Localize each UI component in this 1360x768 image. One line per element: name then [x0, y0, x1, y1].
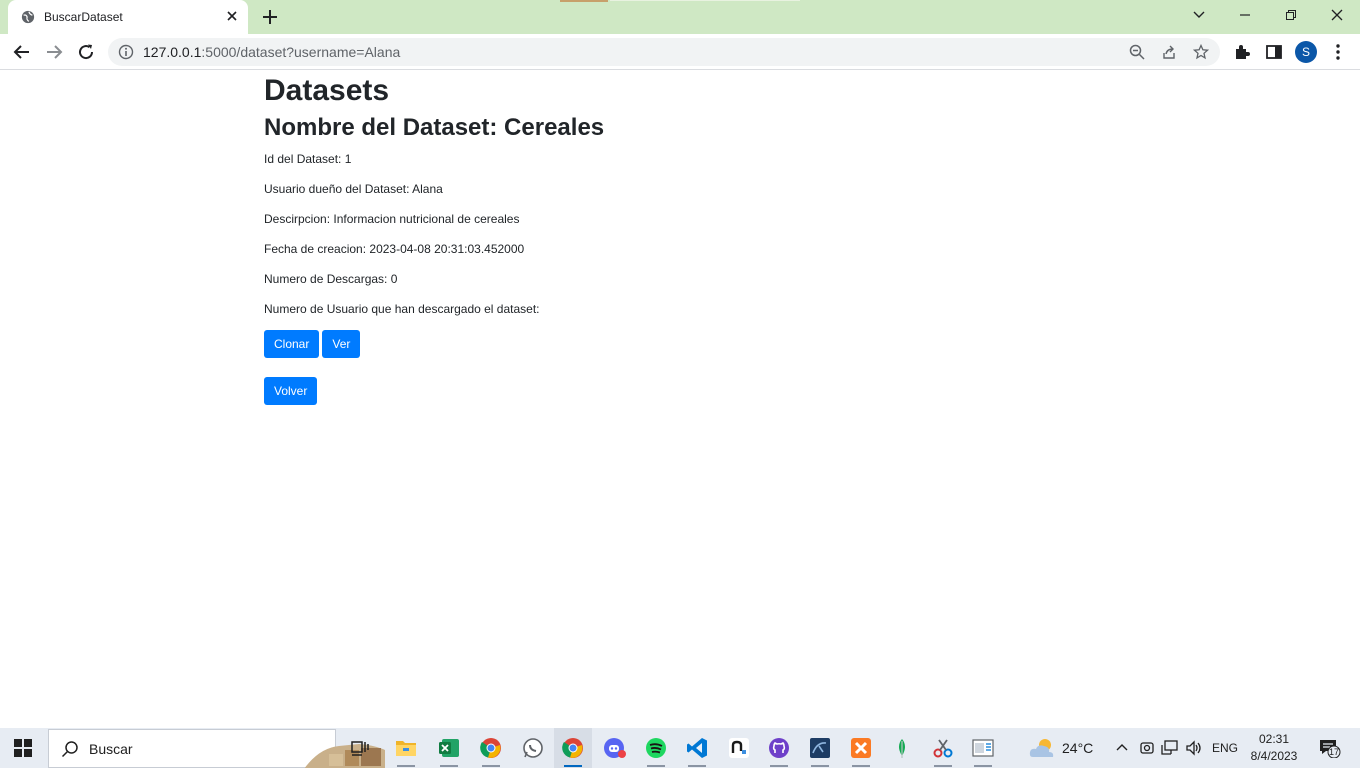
language-indicator[interactable]: ENG: [1212, 741, 1238, 755]
task-view-icon[interactable]: [348, 736, 372, 760]
tab-title: BuscarDataset: [44, 10, 123, 24]
file-explorer-indicator: [397, 765, 415, 767]
tab-accent-line: [610, 0, 800, 1]
chrome-indicator: [482, 765, 500, 767]
url-text[interactable]: 127.0.0.1:5000/dataset?username=Alana: [143, 44, 400, 60]
dataset-name-heading: Nombre del Dataset: Cereales: [264, 114, 605, 141]
excel-icon[interactable]: [437, 736, 461, 760]
notification-count: 17: [1329, 747, 1340, 757]
mysql-workbench-indicator: [811, 765, 829, 767]
back-button[interactable]: [8, 38, 36, 66]
clock-date: 8/4/2023: [1250, 749, 1298, 763]
close-icon: [1331, 9, 1343, 21]
minimize-icon: [1240, 14, 1250, 16]
more-vertical-icon: [1336, 44, 1340, 60]
notepad-window-indicator: [974, 765, 992, 767]
page-content: Datasets Nombre del Dataset: Cereales Id…: [264, 72, 1164, 405]
dataset-downloaders: Numero de Usuario que han descargado el …: [264, 302, 540, 316]
windows-start-icon[interactable]: [14, 739, 32, 757]
dataset-created-date: Fecha de creacion: 2023-04-08 20:31:03.4…: [264, 242, 525, 256]
action-buttons: Clonar Ver: [264, 330, 1164, 358]
mysql-workbench-icon[interactable]: [808, 736, 832, 760]
arrow-right-icon: [47, 45, 63, 59]
chrome-active-indicator: [564, 765, 582, 767]
browser-menu-button[interactable]: [1328, 42, 1348, 62]
clone-button[interactable]: Clonar: [264, 330, 320, 358]
weather-temperature[interactable]: 24°C: [1062, 740, 1093, 756]
back-page-button[interactable]: Volver: [264, 377, 318, 405]
camera-icon[interactable]: [1139, 740, 1155, 756]
spotify-icon[interactable]: [644, 736, 668, 760]
browser-toolbar: 127.0.0.1:5000/dataset?username=Alana S: [0, 34, 1360, 70]
file-explorer-icon[interactable]: [394, 736, 418, 760]
page-title: Datasets: [264, 74, 390, 107]
github-icon[interactable]: [767, 736, 791, 760]
network-icon[interactable]: [1161, 740, 1179, 756]
side-panel-icon: [1266, 45, 1282, 59]
info-icon[interactable]: [118, 44, 134, 60]
minimize-button[interactable]: [1222, 0, 1268, 30]
close-tab-icon[interactable]: [224, 8, 240, 24]
search-icon: [61, 741, 78, 758]
snipping-tool-indicator: [934, 765, 952, 767]
address-bar[interactable]: 127.0.0.1:5000/dataset?username=Alana: [108, 38, 1220, 66]
weather-cloud-icon[interactable]: [1028, 737, 1056, 759]
dataset-id: Id del Dataset: 1: [264, 152, 352, 166]
browser-tab[interactable]: BuscarDataset: [8, 0, 248, 34]
new-tab-icon[interactable]: [260, 7, 280, 27]
chrome-icon[interactable]: [479, 736, 503, 760]
tab-accent: [560, 0, 608, 2]
spotify-indicator: [647, 765, 665, 767]
vscode-icon[interactable]: [685, 736, 709, 760]
xampp-indicator: [852, 765, 870, 767]
puzzle-icon: [1236, 45, 1250, 59]
github-indicator: [770, 765, 788, 767]
clock[interactable]: 02:31 8/4/2023: [1244, 731, 1304, 765]
discord-icon[interactable]: [603, 736, 627, 760]
terminal-app-icon[interactable]: [727, 736, 751, 760]
side-panel-button[interactable]: [1264, 42, 1284, 62]
dataset-downloads: Numero de Descargas: 0: [264, 272, 398, 286]
share-icon[interactable]: [1161, 44, 1177, 60]
globe-icon: [21, 10, 35, 24]
restore-button[interactable]: [1268, 0, 1314, 30]
extensions-button[interactable]: [1232, 42, 1252, 62]
reload-button[interactable]: [72, 38, 100, 66]
chevron-down-icon: [1193, 11, 1205, 18]
taskbar: Buscar 24°C ENG 02:31 8/4/2023 17: [0, 728, 1360, 768]
arrow-left-icon: [13, 45, 29, 59]
reload-icon: [79, 44, 94, 60]
volume-icon[interactable]: [1185, 740, 1203, 756]
xampp-icon[interactable]: [849, 736, 873, 760]
mongodb-icon[interactable]: [890, 736, 914, 760]
view-button[interactable]: Ver: [322, 330, 361, 358]
restore-icon: [1286, 10, 1296, 20]
search-highlight-image: [304, 744, 385, 768]
dataset-owner: Usuario dueño del Dataset: Alana: [264, 182, 443, 196]
browser-tab-strip: BuscarDataset: [0, 0, 1360, 34]
forward-button[interactable]: [40, 38, 68, 66]
chevron-up-icon[interactable]: [1115, 742, 1129, 752]
whatsapp-icon[interactable]: [521, 736, 545, 760]
taskbar-search-input[interactable]: Buscar: [48, 729, 385, 768]
dataset-description: Descirpcion: Informacion nutricional de …: [264, 212, 520, 226]
zoom-icon[interactable]: [1129, 44, 1145, 60]
url-path: :5000/dataset?username=Alana: [201, 44, 401, 60]
notification-center-button[interactable]: 17: [1318, 738, 1342, 759]
url-host: 127.0.0.1: [143, 44, 202, 60]
chrome-profile-icon[interactable]: [561, 736, 585, 760]
snipping-tool-icon[interactable]: [931, 736, 955, 760]
close-window-button[interactable]: [1314, 0, 1360, 30]
clock-time: 02:31: [1258, 732, 1290, 746]
star-icon[interactable]: [1193, 44, 1209, 60]
vscode-indicator: [688, 765, 706, 767]
tab-search-button[interactable]: [1176, 0, 1222, 30]
excel-indicator: [440, 765, 458, 767]
search-placeholder: Buscar: [89, 741, 133, 757]
notepad-window-icon[interactable]: [971, 736, 995, 760]
profile-avatar[interactable]: S: [1295, 41, 1317, 63]
